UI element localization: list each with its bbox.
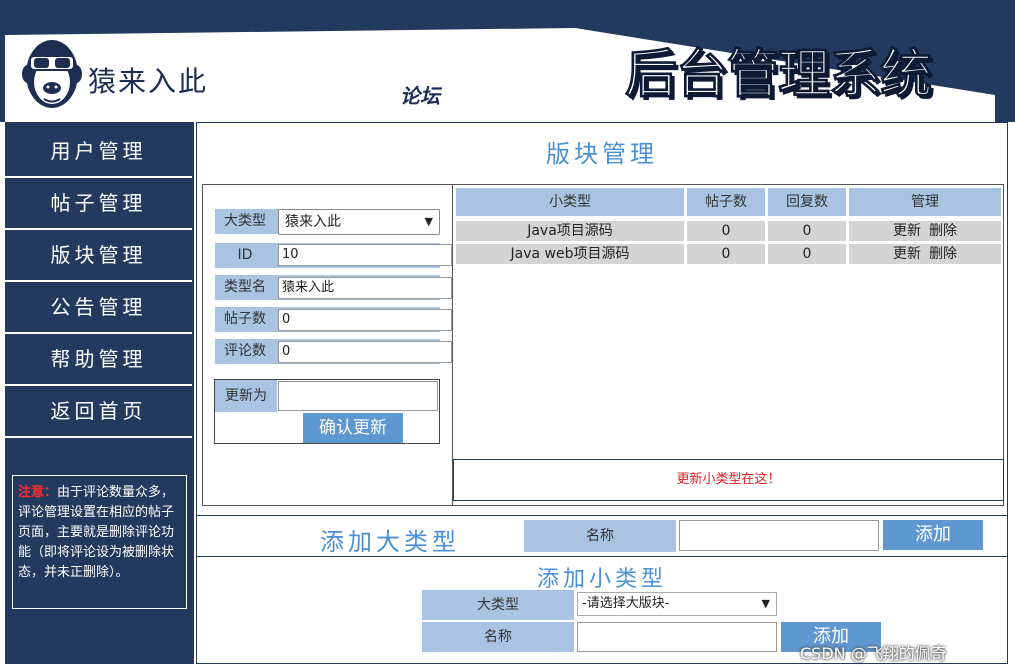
add-small-type-select[interactable]: -请选择大版块- ▼ xyxy=(577,592,777,616)
name-input[interactable]: 猿来入此 xyxy=(278,277,452,299)
sidebar-item-posts[interactable]: 帖子管理 xyxy=(5,178,192,230)
add-small-name-label: 名称 xyxy=(422,622,574,652)
add-big-name-label: 名称 xyxy=(524,520,676,552)
note-warning: 注意： xyxy=(18,485,58,500)
name-label: 类型名 xyxy=(215,275,275,300)
forum-label: 论坛 xyxy=(400,84,440,108)
row-1-replies: 0 xyxy=(768,244,846,264)
row-0-actions: 更新 删除 xyxy=(849,221,1001,241)
sidebar-note: 注意：由于评论数量众多，评论管理设置在相应的帖子页面，主要就是删除评论功能（即将… xyxy=(12,475,187,609)
add-small-type-select-value: -请选择大版块- xyxy=(582,596,670,611)
header-subtype: 小类型 xyxy=(456,188,684,216)
row-1-update-link[interactable]: 更新 xyxy=(893,246,921,262)
add-small-name-input[interactable] xyxy=(577,622,777,652)
sidebar-item-boards[interactable]: 版块管理 xyxy=(5,230,192,282)
confirm-update-button[interactable]: 确认更新 xyxy=(303,413,403,443)
posts-label: 帖子数 xyxy=(215,307,275,332)
row-1-delete-link[interactable]: 删除 xyxy=(929,246,957,262)
subtype-update-hint: 更新小类型在这！ xyxy=(453,459,1004,501)
chevron-down-icon: ▼ xyxy=(761,597,770,610)
add-small-type-label: 大类型 xyxy=(422,590,574,620)
row-0-delete-link[interactable]: 删除 xyxy=(929,223,957,239)
chevron-down-icon: ▼ xyxy=(424,215,433,228)
update-label: 更新为 xyxy=(215,380,277,412)
row-1-posts: 0 xyxy=(687,244,765,264)
row-0-update-link[interactable]: 更新 xyxy=(893,223,921,239)
header-posts: 帖子数 xyxy=(687,188,765,216)
comments-input[interactable]: 0 xyxy=(278,341,452,363)
sidebar-item-users[interactable]: 用户管理 xyxy=(5,126,192,178)
system-title: 后台管理系统 xyxy=(624,45,932,106)
update-input[interactable] xyxy=(278,381,438,411)
sidebar-item-notices[interactable]: 公告管理 xyxy=(5,282,192,334)
row-0-name: Java项目源码 xyxy=(456,221,684,241)
sidebar-item-home[interactable]: 返回首页 xyxy=(5,386,192,438)
header-replies: 回复数 xyxy=(768,188,846,216)
monkey-logo-icon xyxy=(22,36,82,112)
id-label: ID xyxy=(215,243,275,268)
row-1-actions: 更新 删除 xyxy=(849,244,1001,264)
header-manage: 管理 xyxy=(849,188,1001,216)
row-0-replies: 0 xyxy=(768,221,846,241)
add-small-type-title: 添加小类型 xyxy=(536,567,667,592)
type-label: 大类型 xyxy=(215,209,275,234)
row-1-name: Java web项目源码 xyxy=(456,244,684,264)
watermark: CSDN @飞翔的佩奇 xyxy=(800,644,947,663)
sidebar-item-help[interactable]: 帮助管理 xyxy=(5,334,192,386)
type-select[interactable]: 猿来入此 ▼ xyxy=(278,209,440,235)
add-big-type-title: 添加大类型 xyxy=(320,528,460,556)
posts-input[interactable]: 0 xyxy=(278,309,452,331)
brand-name: 猿来入此 xyxy=(88,65,209,98)
id-input[interactable]: 10 xyxy=(278,244,452,266)
type-select-value: 猿来入此 xyxy=(285,214,341,230)
add-big-type-button[interactable]: 添加 xyxy=(883,520,983,550)
row-0-posts: 0 xyxy=(687,221,765,241)
page-title: 版块管理 xyxy=(546,140,658,168)
add-big-name-input[interactable] xyxy=(679,520,879,551)
comments-label: 评论数 xyxy=(215,339,275,364)
